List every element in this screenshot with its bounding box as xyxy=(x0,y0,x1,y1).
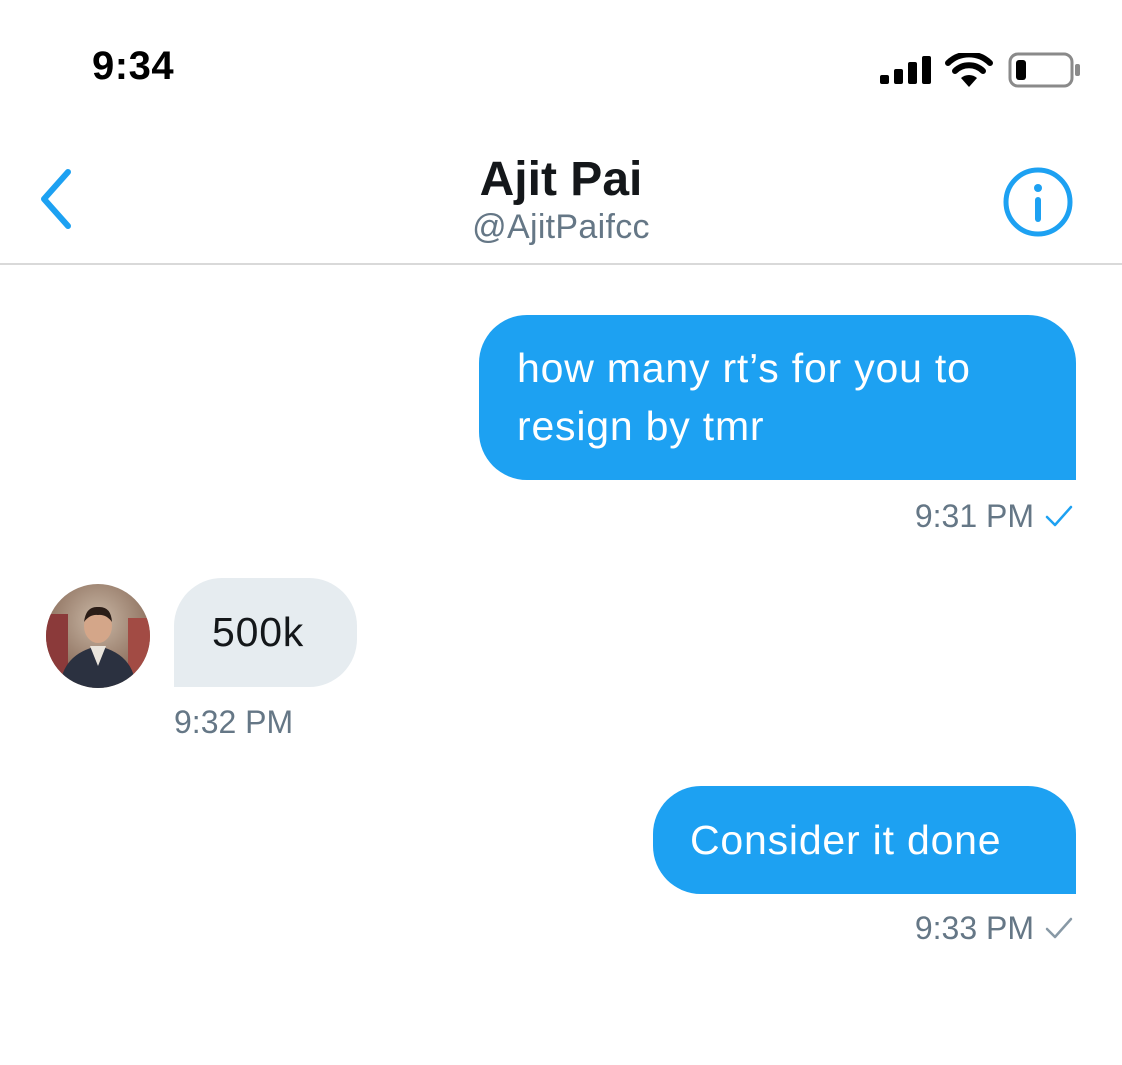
message-timestamp: 9:32 PM xyxy=(174,704,294,740)
header-divider xyxy=(0,263,1122,265)
message-timestamp: 9:33 PM xyxy=(914,910,1034,946)
message-meta: 9:31 PM xyxy=(915,498,1074,535)
message-bubble-received[interactable]: 500k xyxy=(174,578,357,687)
status-bar-time: 9:34 xyxy=(92,44,175,88)
info-circle-icon xyxy=(1003,167,1073,237)
conversation-handle: @AjitPaifcc xyxy=(472,208,650,246)
message-bubble-sent[interactable]: how many rt’s for you to resign by tmr xyxy=(479,315,1076,480)
message-text: how many rt’s for you to resign by tmr xyxy=(517,345,971,449)
message-text: 500k xyxy=(212,609,305,655)
battery-icon xyxy=(1008,52,1080,88)
cellular-signal-icon xyxy=(880,56,931,84)
info-button[interactable] xyxy=(1002,166,1074,238)
message-bubble-sent[interactable]: Consider it done xyxy=(653,786,1076,894)
avatar[interactable] xyxy=(46,584,150,688)
user-avatar xyxy=(46,584,150,688)
message-meta: 9:33 PM xyxy=(915,910,1074,947)
message-text: Consider it done xyxy=(690,817,1002,863)
wifi-icon xyxy=(945,53,993,87)
conversation-title: Ajit Pai xyxy=(479,153,643,206)
checkmark-icon xyxy=(1045,505,1073,526)
message-timestamp: 9:31 PM xyxy=(914,498,1034,534)
checkmark-icon xyxy=(1045,917,1073,938)
